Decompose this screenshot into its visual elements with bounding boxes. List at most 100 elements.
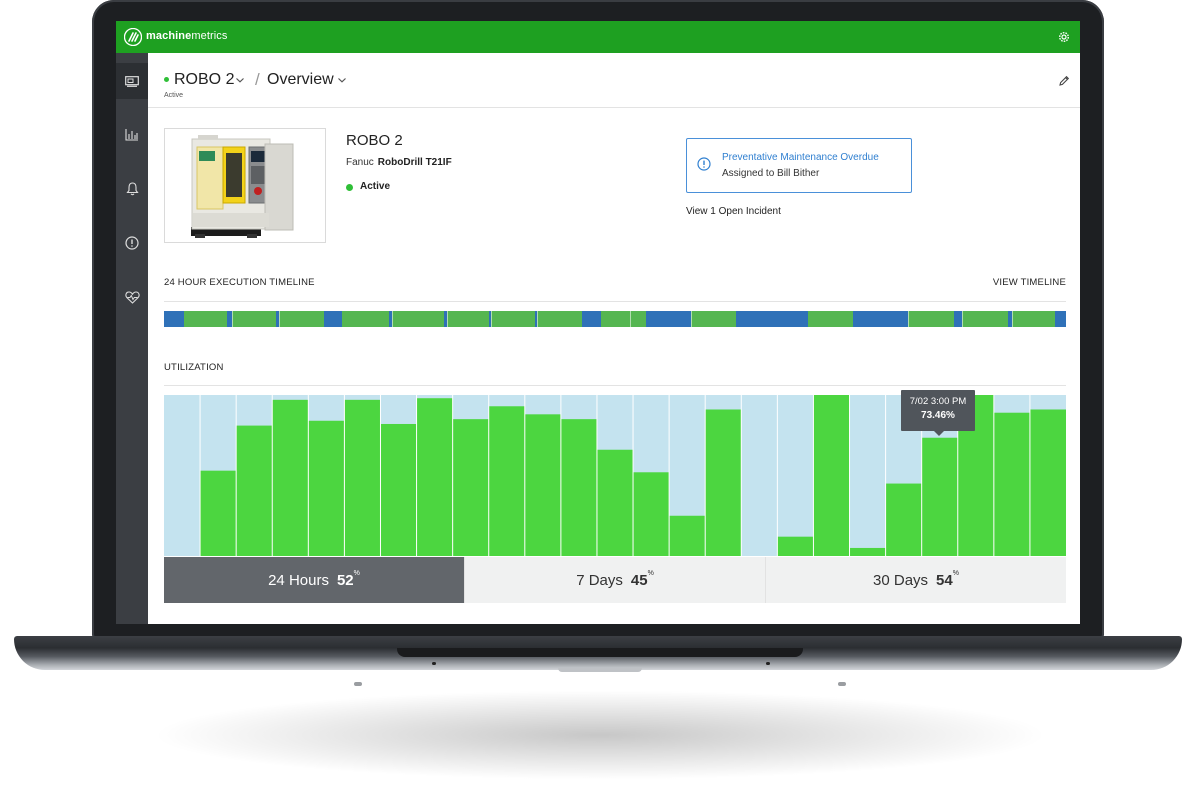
chart-bar[interactable] [1029, 409, 1066, 556]
timeline-idle-segment [164, 311, 184, 327]
tooltip-arrow [934, 431, 944, 436]
chart-bar-background [777, 395, 814, 556]
alert-assignee: Assigned to Bill Bither [722, 168, 820, 179]
chart-bar-divider [812, 395, 814, 556]
chart-bar-divider [632, 395, 634, 556]
tab-24-hours[interactable]: 24 Hours 52% [164, 557, 464, 603]
chart-bar-divider [740, 395, 742, 556]
chart-bar[interactable] [524, 414, 561, 556]
info-icon [697, 157, 711, 171]
utilization-range-tabs: 24 Hours 52% 7 Days 45% 30 Days 54% [164, 557, 1066, 603]
chart-bar[interactable] [669, 515, 706, 556]
chart-bar-divider [560, 395, 562, 556]
laptop-foot [838, 682, 846, 686]
utilization-heading: UTILIZATION [164, 362, 224, 373]
chart-bar[interactable] [993, 412, 1030, 556]
sidebar [116, 53, 148, 624]
chart-bar[interactable] [380, 423, 417, 556]
chart-bar-background [849, 395, 886, 556]
sidebar-item-reports[interactable] [116, 117, 148, 153]
chart-bar-divider [235, 395, 237, 556]
timeline-segment-divider [962, 311, 963, 327]
chart-bar-divider [307, 395, 309, 556]
chart-bar-divider [271, 395, 273, 556]
chart-bar[interactable] [921, 437, 958, 556]
chart-bar[interactable] [452, 419, 489, 556]
timeline-segment-divider [491, 311, 492, 327]
chart-bar-divider [704, 395, 706, 556]
chart-bar-divider [199, 395, 201, 556]
chart-bar-divider [452, 395, 454, 556]
timeline-segment-divider [691, 311, 692, 327]
chart-bar[interactable] [344, 399, 381, 556]
chart-tooltip: 7/02 3:00 PM 73.46% [901, 390, 975, 431]
machine-selector[interactable]: ROBO 2 [174, 71, 234, 89]
gear-icon[interactable] [1058, 31, 1070, 43]
laptop-indicator [766, 662, 770, 665]
chevron-down-icon[interactable] [235, 76, 245, 84]
chart-bar[interactable] [416, 398, 453, 556]
bell-icon [125, 182, 139, 196]
chart-bar[interactable] [777, 536, 814, 556]
laptop-foot [354, 682, 362, 686]
timeline-idle-segment [324, 311, 342, 327]
top-bar: machinemetrics [116, 21, 1080, 53]
timeline-idle-segment [1055, 311, 1066, 327]
chart-bar[interactable] [200, 470, 237, 556]
view-timeline-link[interactable]: VIEW TIMELINE [993, 277, 1066, 288]
timeline-idle-segment [736, 311, 808, 327]
chart-bar-divider [668, 395, 670, 556]
execution-timeline[interactable] [164, 311, 1066, 327]
machine-name: ROBO 2 [346, 132, 403, 149]
chart-bar-divider [993, 395, 995, 556]
timeline-segment-divider [630, 311, 631, 327]
main-content: ROBO 2 / Overview Active ROBO 2 Fanuc Ro… [148, 53, 1080, 624]
chart-bar[interactable] [849, 547, 886, 556]
maintenance-alert-card[interactable]: Preventative Maintenance Overdue Assigne… [686, 138, 912, 193]
sidebar-item-health[interactable] [116, 279, 148, 315]
breadcrumb-separator: / [255, 70, 260, 89]
machine-status: Active [360, 181, 391, 192]
pencil-icon[interactable] [1058, 75, 1070, 87]
open-incident-link[interactable]: View 1 Open Incident [686, 206, 781, 217]
divider [164, 301, 1066, 302]
bar-chart-icon [125, 129, 138, 141]
chart-bar[interactable] [596, 449, 634, 556]
chevron-down-icon[interactable] [337, 76, 347, 84]
machine-image [164, 128, 326, 243]
cnc-machine-illustration [191, 135, 294, 238]
chart-bar[interactable] [885, 483, 922, 556]
machine-model: Fanuc RoboDrill T21IF [346, 157, 452, 168]
chart-bar[interactable] [488, 406, 525, 556]
chart-bar-divider [379, 395, 381, 556]
sidebar-item-alerts[interactable] [116, 225, 148, 261]
alert-circle-icon [125, 236, 139, 250]
chart-bar[interactable] [560, 419, 597, 556]
status-indicator [164, 77, 169, 82]
chart-bar-divider [849, 395, 851, 556]
tab-30-days[interactable]: 30 Days 54% [765, 557, 1066, 603]
timeline-segment-divider [392, 311, 393, 327]
chart-bar[interactable] [633, 472, 670, 556]
tab-7-days[interactable]: 7 Days 45% [464, 557, 765, 603]
divider [164, 385, 1066, 386]
sidebar-item-notifications[interactable] [116, 171, 148, 207]
chart-bar[interactable] [705, 409, 742, 556]
timeline-idle-segment [646, 311, 691, 327]
chart-bar[interactable] [272, 399, 309, 556]
timeline-segment-divider [447, 311, 448, 327]
chart-bar[interactable] [236, 425, 273, 556]
sidebar-item-machines[interactable] [116, 63, 148, 99]
app-screen: machinemetrics ROBO 2 / Overview Active … [116, 21, 1080, 624]
machine-status-label: Active [164, 92, 184, 99]
status-dot [346, 184, 353, 191]
laptop-hinge [397, 648, 803, 657]
chart-bar[interactable] [813, 395, 850, 556]
laptop-indicator [432, 662, 436, 665]
timeline-idle-segment [582, 311, 601, 327]
chart-bar[interactable] [308, 420, 345, 556]
timeline-idle-segment [954, 311, 962, 327]
timeline-segment-divider [232, 311, 233, 327]
chart-bar-background [741, 395, 778, 556]
page-selector[interactable]: Overview [267, 71, 334, 89]
